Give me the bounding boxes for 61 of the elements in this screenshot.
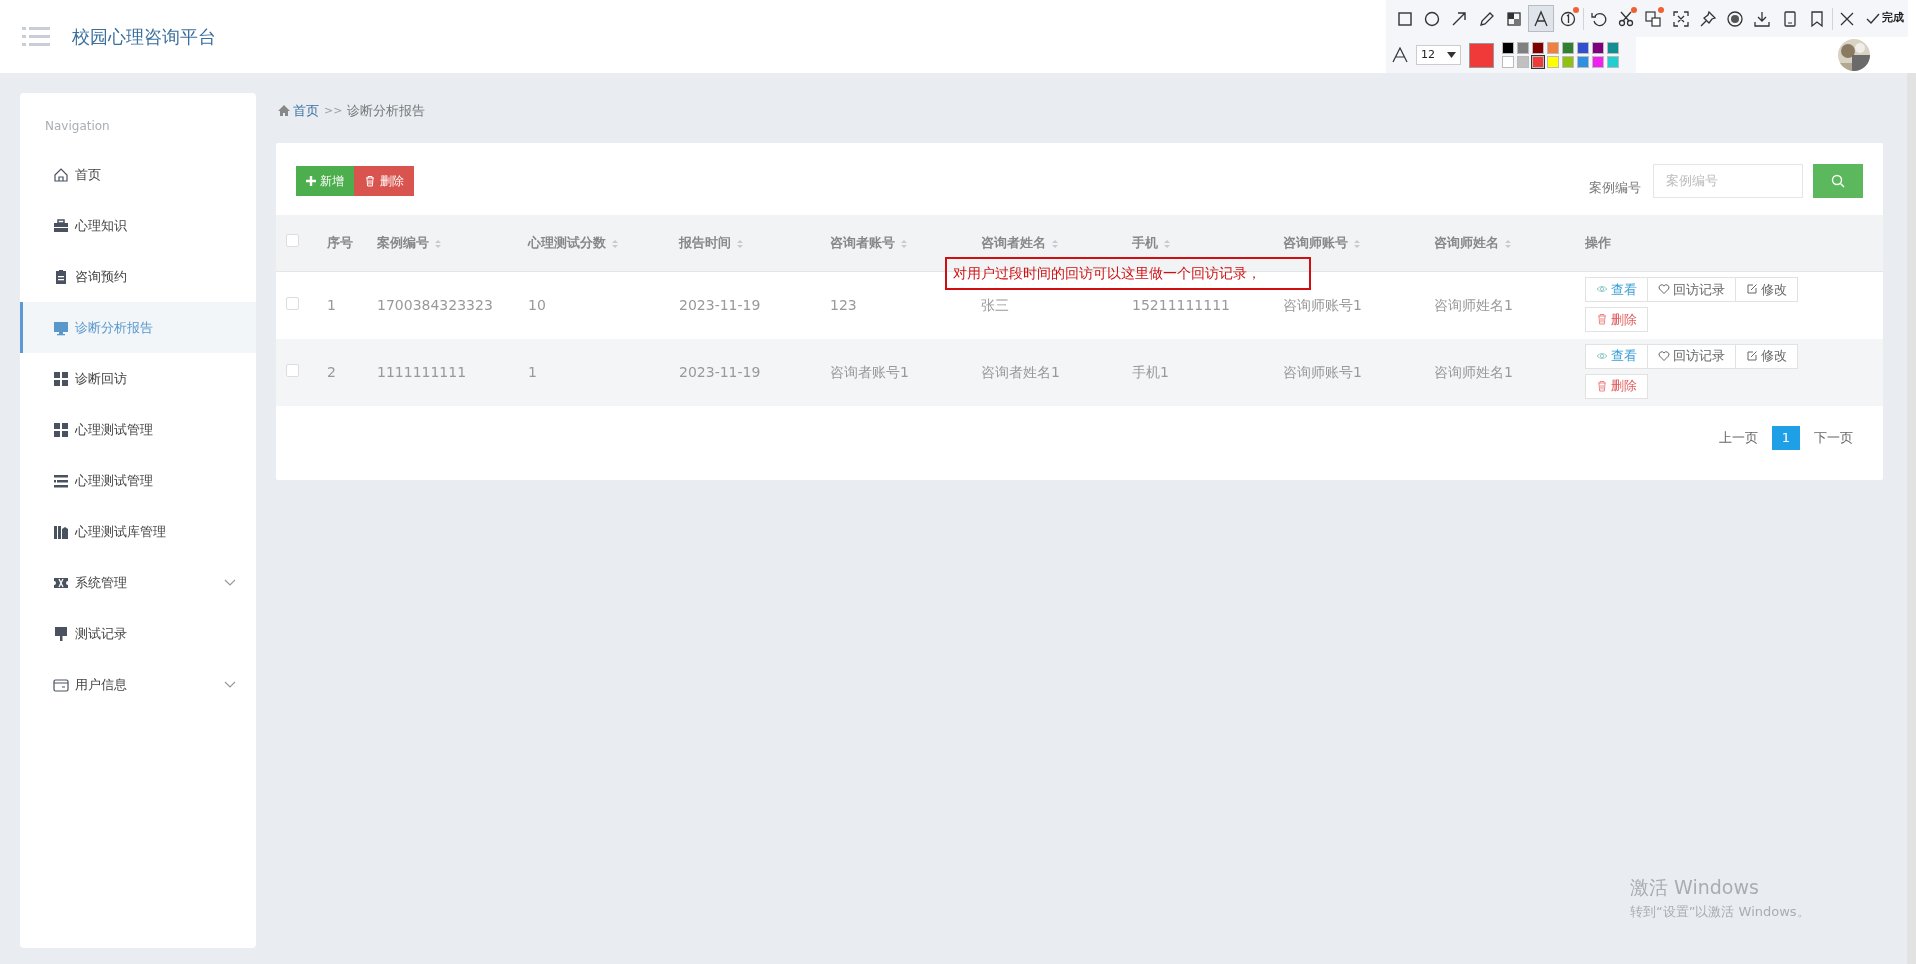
column-header: 序号 bbox=[327, 235, 353, 250]
table-cell: 1111111111 bbox=[377, 363, 467, 380]
activation-title: 激活 Windows bbox=[1630, 875, 1760, 900]
column-header[interactable]: 咨询者姓名 bbox=[981, 235, 1046, 250]
table-cell: 1700384323323 bbox=[377, 296, 493, 313]
sidebar-item[interactable]: 诊断回访 bbox=[20, 353, 256, 404]
column-header[interactable]: 报告时间 bbox=[679, 235, 731, 250]
follow-up-button[interactable]: 回访记录 bbox=[1647, 276, 1736, 302]
view-button[interactable]: 查看 bbox=[1585, 276, 1648, 302]
column-header[interactable]: 咨询师姓名 bbox=[1434, 235, 1499, 250]
table-cell: 2 bbox=[327, 363, 336, 380]
table-cell: 1 bbox=[327, 296, 336, 313]
table-cell: 手机1 bbox=[1132, 363, 1169, 380]
activation-text: 转到“设置”以激活 Windows。 bbox=[1630, 902, 1810, 921]
breadcrumb-separator: >> bbox=[324, 102, 343, 119]
search-label: 案例编号 bbox=[1589, 178, 1641, 197]
table-cell: 1 bbox=[528, 363, 537, 380]
column-header[interactable]: 咨询师账号 bbox=[1283, 235, 1348, 250]
annotation-text: 对用户过段时间的回访可以这里做一个回访记录， bbox=[945, 257, 1311, 290]
font-size-select[interactable]: 12 bbox=[1416, 45, 1461, 65]
table-cell: 咨询者账号1 bbox=[830, 363, 909, 380]
column-header[interactable]: 手机 bbox=[1132, 235, 1158, 250]
delete-button[interactable]: 删除 bbox=[354, 165, 414, 196]
search-field[interactable]: 案例编号 bbox=[1653, 163, 1803, 198]
sidebar-item[interactable]: 咨询预约 bbox=[20, 251, 256, 302]
table-cell: 15211111111 bbox=[1132, 296, 1230, 313]
table-cell: 2023-11-19 bbox=[679, 296, 761, 313]
table-cell: 2023-11-19 bbox=[679, 363, 761, 380]
sidebar-item[interactable]: 系统管理 bbox=[20, 557, 256, 608]
sidebar-item[interactable]: 心理知识 bbox=[20, 200, 256, 251]
table-cell: 张三 bbox=[981, 296, 1009, 313]
column-header: 操作 bbox=[1585, 235, 1611, 250]
sidebar-item[interactable]: 首页 bbox=[20, 149, 256, 200]
nav-heading: Navigation bbox=[44, 118, 111, 135]
app-title: 校园心理咨询平台 bbox=[72, 25, 216, 49]
done-button[interactable]: 完成 bbox=[1861, 10, 1908, 27]
sidebar-item[interactable]: 心理测试库管理 bbox=[20, 506, 256, 557]
table-cell: 咨询师姓名1 bbox=[1434, 363, 1513, 380]
table-cell: 咨询者姓名1 bbox=[981, 363, 1060, 380]
table-cell: 咨询师姓名1 bbox=[1434, 296, 1513, 313]
row-delete-button[interactable]: 删除 bbox=[1585, 306, 1648, 332]
previous-page-link[interactable]: 上一页 bbox=[1719, 427, 1758, 448]
column-header[interactable]: 心理测试分数 bbox=[528, 235, 606, 250]
sidebar-item[interactable]: 心理测试管理 bbox=[20, 404, 256, 455]
view-button[interactable]: 查看 bbox=[1585, 343, 1648, 369]
follow-up-button[interactable]: 回访记录 bbox=[1647, 343, 1736, 369]
sidebar-item[interactable]: 用户信息 bbox=[20, 659, 256, 710]
column-header[interactable]: 案例编号 bbox=[377, 235, 429, 250]
edit-button[interactable]: 修改 bbox=[1735, 276, 1798, 302]
table-cell: 咨询师账号1 bbox=[1283, 296, 1362, 313]
sidebar-item[interactable]: 测试记录 bbox=[20, 608, 256, 659]
edit-button[interactable]: 修改 bbox=[1735, 343, 1798, 369]
table-cell: 咨询师账号1 bbox=[1283, 363, 1362, 380]
sidebar-item[interactable]: 心理测试管理 bbox=[20, 455, 256, 506]
table-cell: 123 bbox=[830, 296, 857, 313]
breadcrumb-current: 诊断分析报告 bbox=[347, 102, 426, 120]
row-delete-button[interactable]: 删除 bbox=[1585, 373, 1648, 399]
breadcrumb-home-link[interactable]: 首页 bbox=[278, 101, 319, 121]
next-page-link[interactable]: 下一页 bbox=[1814, 427, 1853, 448]
table-cell: 10 bbox=[528, 296, 546, 313]
column-header[interactable]: 咨询者账号 bbox=[830, 235, 895, 250]
